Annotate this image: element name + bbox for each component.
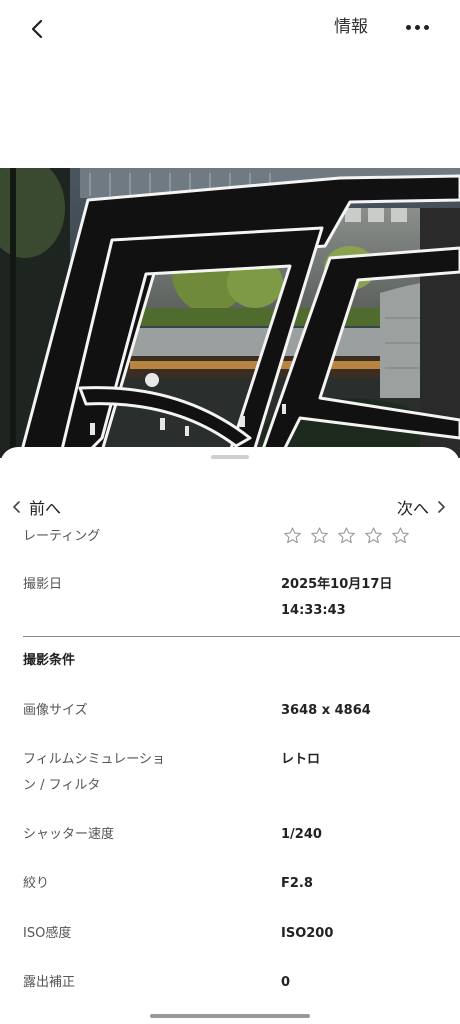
info-sheet: 前へ 次へ レーティング 撮影日 2025年10月17日 14:33:43 撮影… bbox=[0, 447, 460, 1007]
condition-label: ISO感度 bbox=[23, 926, 72, 941]
shoot-date-label: 撮影日 bbox=[23, 577, 63, 592]
star-outline-icon[interactable] bbox=[364, 526, 383, 545]
condition-label: ン / フィルタ bbox=[23, 778, 101, 793]
star-outline-icon[interactable] bbox=[283, 526, 302, 545]
prev-label: 前へ bbox=[29, 499, 62, 518]
shoot-time-value: 14:33:43 bbox=[281, 603, 346, 618]
prev-button[interactable]: 前へ bbox=[12, 495, 61, 519]
condition-label: フィルムシミュレーショ bbox=[23, 752, 165, 767]
condition-label: 絞り bbox=[23, 876, 50, 891]
back-button[interactable] bbox=[22, 14, 52, 44]
star-outline-icon[interactable] bbox=[310, 526, 329, 545]
condition-value: F2.8 bbox=[281, 876, 313, 891]
conditions-title: 撮影条件 bbox=[23, 653, 76, 668]
more-dots-icon bbox=[405, 24, 411, 30]
home-indicator[interactable] bbox=[150, 1014, 310, 1018]
condition-value: 1/240 bbox=[281, 827, 322, 842]
sheet-drag-handle[interactable] bbox=[211, 455, 249, 459]
shoot-date-value: 2025年10月17日 bbox=[281, 577, 393, 592]
rating-stars[interactable] bbox=[283, 526, 410, 545]
star-outline-icon[interactable] bbox=[391, 526, 410, 545]
section-divider bbox=[23, 636, 460, 637]
condition-value: ISO200 bbox=[281, 926, 334, 941]
photo-preview[interactable] bbox=[0, 168, 460, 458]
back-chevron-icon bbox=[31, 19, 43, 39]
chevron-left-icon bbox=[13, 501, 20, 513]
rating-label: レーティング bbox=[23, 529, 101, 544]
top-bar: 情報 bbox=[0, 0, 460, 56]
condition-label: 画像サイズ bbox=[23, 703, 88, 718]
condition-label: シャッター速度 bbox=[23, 827, 115, 842]
more-options-button[interactable] bbox=[402, 14, 432, 40]
next-button[interactable]: 次へ bbox=[397, 495, 446, 519]
info-button[interactable]: 情報 bbox=[334, 14, 368, 40]
condition-value: 3648 x 4864 bbox=[281, 703, 371, 718]
condition-label: 露出補正 bbox=[23, 975, 76, 990]
condition-value: レトロ bbox=[281, 752, 321, 767]
star-outline-icon[interactable] bbox=[337, 526, 356, 545]
photo-image bbox=[0, 168, 460, 458]
chevron-right-icon bbox=[438, 501, 445, 513]
next-label: 次へ bbox=[396, 499, 429, 518]
condition-value: 0 bbox=[281, 975, 291, 990]
